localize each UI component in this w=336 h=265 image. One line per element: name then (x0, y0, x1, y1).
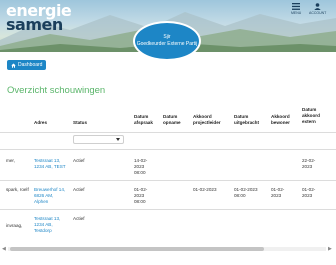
menu-label: MENU (291, 11, 302, 15)
user-icon (314, 3, 321, 10)
column-header-akkoord-bewoner[interactable]: Akkoord bewoner (271, 114, 299, 126)
cell-status: Actief (73, 187, 85, 192)
status-filter-select[interactable] (73, 135, 124, 144)
filter-divider (0, 149, 336, 150)
account-button[interactable]: ACCOUNT (309, 3, 326, 15)
cell-datum-afspraak: 14-02-2023 08:00 (134, 158, 148, 175)
cell-datum-afspraak: 01-02-2023 08:00 (134, 187, 148, 204)
cell-akkoord-bewoner: 01-02-2023 (271, 187, 285, 198)
row-divider (0, 209, 336, 210)
scroll-right-icon[interactable]: ▶ (328, 246, 332, 252)
cell-akkoord-projectleider: 01-02-2023 (193, 187, 217, 192)
page-title: Overzicht schouwingen (7, 85, 106, 96)
home-icon (11, 63, 16, 68)
cell-adres-link[interactable]: Testsraat 13, 1234 AB, TEST (34, 158, 68, 170)
column-header-adres[interactable]: Adres (34, 120, 47, 126)
cell-name: invraag, (6, 223, 23, 228)
column-header-status[interactable]: Status (73, 120, 87, 126)
dashboard-label: Dashboard (18, 62, 43, 68)
cell-status: Actief (73, 158, 85, 163)
cell-datum-akkoord-extern: 22-02-2023 (302, 158, 316, 169)
row-divider (0, 180, 336, 181)
chevron-down-icon (116, 138, 120, 141)
horizontal-scrollbar[interactable]: ◀ ▶ (0, 245, 336, 253)
column-header-datum-opname[interactable]: Datum opname (163, 114, 189, 126)
cell-adres-link[interactable]: Breuwerhof 14, 6826 AM, Alphen (34, 187, 68, 205)
cell-adres-link[interactable]: Testsraat 13, 1234 AB, Testdorp (34, 216, 68, 234)
column-header-datum-afspraak[interactable]: Datum afspraak (134, 114, 160, 126)
cell-datum-akkoord-extern: 01-02-2023 (302, 187, 316, 198)
hamburger-icon (292, 3, 301, 10)
cell-status: Actief (73, 216, 85, 221)
brand-logo[interactable]: energie samen (6, 3, 72, 34)
cell-datum-uitgebracht: 01-02-2023 08:00 (234, 187, 258, 198)
cell-name: mer, (6, 158, 15, 163)
header-divider (0, 132, 336, 133)
badge-user-name: Sjir (163, 34, 171, 40)
column-header-datum-uitgebracht[interactable]: Datum uitgebracht (234, 114, 268, 126)
dashboard-button[interactable]: Dashboard (7, 60, 47, 70)
user-role-badge: Sjir Goedkeurder Externe Partij (133, 21, 201, 61)
brand-line-2: samen (6, 15, 63, 34)
column-header-akkoord-projectleider[interactable]: Akkoord projectleider (193, 114, 231, 126)
cell-name: spark, roelf (6, 187, 29, 192)
account-label: ACCOUNT (309, 11, 327, 15)
scrollbar-thumb[interactable] (10, 247, 264, 251)
scroll-left-icon[interactable]: ◀ (2, 246, 6, 252)
column-header-datum-akkoord-extern[interactable]: Datum akkoord extern (302, 107, 330, 125)
menu-button[interactable]: MENU (291, 3, 301, 15)
badge-role: Goedkeurder Externe Partij (136, 41, 198, 47)
